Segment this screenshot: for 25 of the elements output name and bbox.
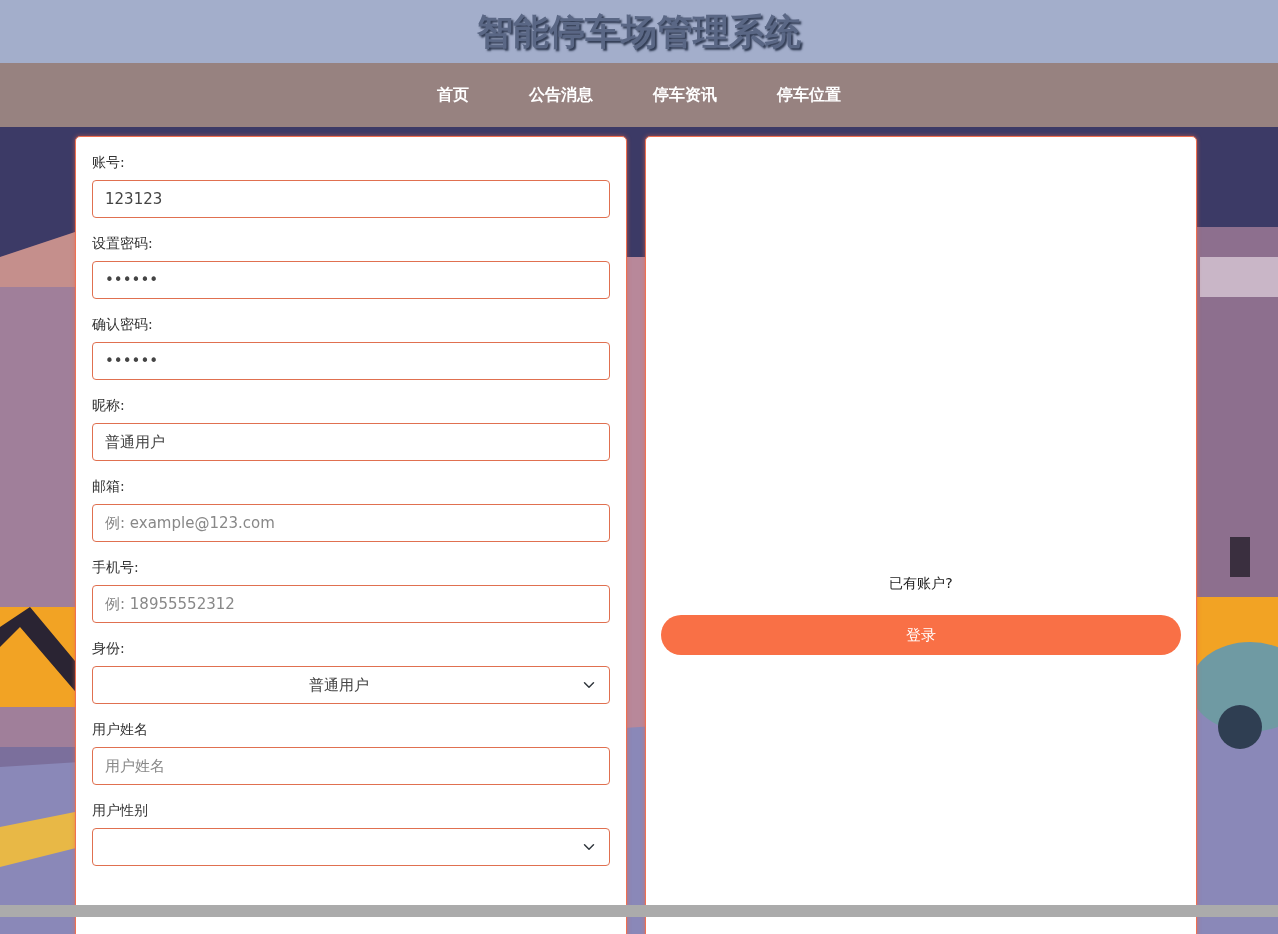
site-title: 智能停车场管理系统	[477, 11, 801, 52]
dropdown[interactable]	[92, 828, 610, 866]
nav-link[interactable]: 公告消息	[529, 83, 593, 107]
input-field[interactable]: 用户姓名	[92, 747, 610, 785]
input-field[interactable]: ••••••	[92, 342, 610, 380]
input-field[interactable]: 123123	[92, 180, 610, 218]
input-field[interactable]: ••••••	[92, 261, 610, 299]
nav-link[interactable]: 停车位置	[777, 83, 841, 107]
login-prompt: 已有账户?	[889, 574, 953, 593]
input-field[interactable]: 例: example@123.com	[92, 504, 610, 542]
dropdown[interactable]: 普通用户	[92, 666, 610, 704]
field-label: 用户性别	[92, 801, 148, 820]
nav-link[interactable]: 停车资讯	[653, 83, 717, 107]
field-label: 设置密码:	[92, 234, 153, 253]
nav-link[interactable]: 首页	[437, 83, 469, 107]
field-label: 确认密码:	[92, 315, 153, 334]
horizontal-scrollbar[interactable]	[0, 905, 1278, 917]
input-field[interactable]: 普通用户	[92, 423, 610, 461]
field-label: 身份:	[92, 639, 125, 658]
field-label: 手机号:	[92, 558, 139, 577]
input-field[interactable]: 例: 18955552312	[92, 585, 610, 623]
field-label: 用户姓名	[92, 720, 148, 739]
field-label: 账号:	[92, 153, 125, 172]
field-label: 邮箱:	[92, 477, 125, 496]
field-label: 昵称:	[92, 396, 125, 415]
